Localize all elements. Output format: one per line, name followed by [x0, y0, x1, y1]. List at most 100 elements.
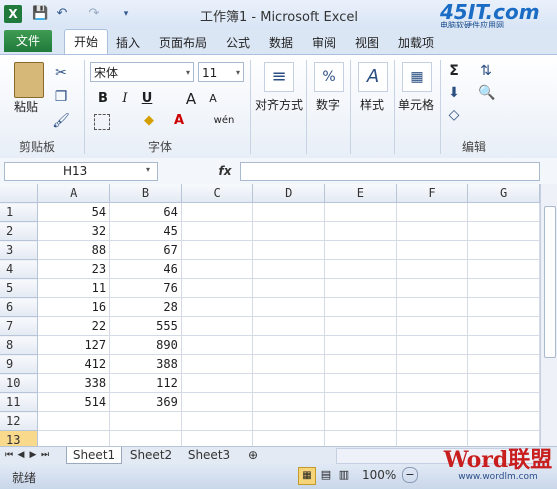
- font-name-select[interactable]: 宋体 ▾: [90, 62, 194, 82]
- cell-b[interactable]: [109, 430, 182, 446]
- next-sheet-icon[interactable]: ▶: [28, 448, 38, 462]
- cell-empty[interactable]: [467, 221, 540, 241]
- cell-empty[interactable]: [252, 221, 326, 241]
- cell-b[interactable]: 67: [109, 240, 182, 260]
- cell-empty[interactable]: [181, 411, 254, 431]
- row-header[interactable]: 9: [0, 354, 39, 374]
- paste-button[interactable]: 粘贴: [14, 98, 44, 115]
- row-header[interactable]: 6: [0, 297, 39, 317]
- row-header[interactable]: 11: [0, 392, 39, 412]
- row-header[interactable]: 13: [0, 430, 39, 446]
- row-header[interactable]: 8: [0, 335, 39, 355]
- cell-a[interactable]: 54: [37, 202, 111, 222]
- cell-empty[interactable]: [324, 240, 397, 260]
- cell-a[interactable]: 88: [37, 240, 111, 260]
- sheet-tab-3[interactable]: Sheet3: [182, 447, 236, 463]
- fill-color-icon[interactable]: ◆: [140, 112, 158, 130]
- cell-a[interactable]: 32: [37, 221, 111, 241]
- column-header-e[interactable]: E: [324, 184, 397, 203]
- cell-empty[interactable]: [396, 221, 469, 241]
- undo-icon[interactable]: ↶: [54, 6, 70, 22]
- vertical-scrollbar[interactable]: [540, 184, 557, 446]
- cell-empty[interactable]: [181, 221, 254, 241]
- cell-empty[interactable]: [396, 297, 469, 317]
- cell-empty[interactable]: [181, 392, 254, 412]
- name-box-dropdown-icon[interactable]: ▾: [146, 165, 150, 174]
- page-break-view-icon[interactable]: ▥: [336, 467, 352, 483]
- cell-b[interactable]: 890: [109, 335, 182, 355]
- cells-icon[interactable]: ▦: [402, 62, 432, 92]
- cell-empty[interactable]: [396, 335, 469, 355]
- cell-empty[interactable]: [324, 278, 397, 298]
- redo-icon[interactable]: ↷: [86, 6, 102, 22]
- cell-a[interactable]: [37, 430, 111, 446]
- column-header-g[interactable]: G: [467, 184, 540, 203]
- cell-a[interactable]: 514: [37, 392, 111, 412]
- cell-empty[interactable]: [252, 335, 326, 355]
- formula-input[interactable]: [240, 162, 540, 181]
- sheet-tab-2[interactable]: Sheet2: [124, 447, 178, 463]
- row-header[interactable]: 12: [0, 411, 39, 431]
- cut-icon[interactable]: ✂: [52, 64, 70, 82]
- tab-review[interactable]: 审阅: [312, 34, 336, 51]
- cell-a[interactable]: 338: [37, 373, 111, 393]
- column-header-b[interactable]: B: [109, 184, 182, 203]
- cell-empty[interactable]: [467, 297, 540, 317]
- find-select-icon[interactable]: 🔍: [478, 84, 495, 102]
- cell-empty[interactable]: [181, 240, 254, 260]
- underline-button[interactable]: U: [138, 90, 156, 108]
- cell-empty[interactable]: [324, 354, 397, 374]
- align-icon[interactable]: ≡: [264, 62, 294, 92]
- shrink-font-button[interactable]: A: [204, 90, 222, 108]
- cell-empty[interactable]: [467, 335, 540, 355]
- paste-icon[interactable]: [14, 62, 44, 98]
- cell-a[interactable]: 16: [37, 297, 111, 317]
- cell-a[interactable]: 127: [37, 335, 111, 355]
- cell-empty[interactable]: [181, 259, 254, 279]
- tab-home[interactable]: 开始: [64, 29, 108, 55]
- phonetic-guide-icon[interactable]: wén: [212, 112, 236, 130]
- cell-empty[interactable]: [324, 297, 397, 317]
- row-header[interactable]: 3: [0, 240, 39, 260]
- sheet-tab-1[interactable]: Sheet1: [66, 447, 122, 464]
- cell-b[interactable]: 76: [109, 278, 182, 298]
- cell-empty[interactable]: [324, 373, 397, 393]
- copy-icon[interactable]: ❐: [52, 88, 70, 106]
- cell-empty[interactable]: [324, 392, 397, 412]
- cell-empty[interactable]: [396, 392, 469, 412]
- cell-empty[interactable]: [252, 316, 326, 336]
- tab-formulas[interactable]: 公式: [226, 34, 250, 51]
- sort-filter-icon[interactable]: ⇅: [478, 62, 494, 80]
- cell-b[interactable]: 369: [109, 392, 182, 412]
- cell-empty[interactable]: [324, 316, 397, 336]
- row-header[interactable]: 4: [0, 259, 39, 279]
- customize-quick-access-icon[interactable]: ▾: [118, 6, 134, 22]
- bold-button[interactable]: B: [94, 90, 112, 108]
- name-box[interactable]: H13: [4, 162, 158, 181]
- italic-button[interactable]: I: [116, 90, 134, 108]
- cell-empty[interactable]: [396, 430, 469, 446]
- cell-empty[interactable]: [396, 202, 469, 222]
- page-layout-view-icon[interactable]: ▤: [318, 467, 334, 483]
- row-header[interactable]: 2: [0, 221, 39, 241]
- format-painter-icon[interactable]: 🖌: [52, 112, 70, 130]
- row-header[interactable]: 10: [0, 373, 39, 393]
- cell-empty[interactable]: [181, 373, 254, 393]
- worksheet-grid[interactable]: A B C D E F G 1 54 64 2 32 45 3 88 67 4 23 46 5 11 76 6…: [0, 184, 540, 446]
- cell-empty[interactable]: [324, 335, 397, 355]
- cell-empty[interactable]: [181, 354, 254, 374]
- cell-empty[interactable]: [252, 392, 326, 412]
- cell-empty[interactable]: [252, 430, 326, 446]
- cell-empty[interactable]: [467, 202, 540, 222]
- row-header[interactable]: 5: [0, 278, 39, 298]
- insert-sheet-icon[interactable]: ⊕: [244, 447, 262, 463]
- font-color-icon[interactable]: A: [170, 112, 188, 130]
- cell-empty[interactable]: [467, 259, 540, 279]
- cell-empty[interactable]: [181, 335, 254, 355]
- cell-empty[interactable]: [396, 411, 469, 431]
- cell-b[interactable]: 45: [109, 221, 182, 241]
- cell-empty[interactable]: [396, 316, 469, 336]
- cell-b[interactable]: 555: [109, 316, 182, 336]
- tab-file[interactable]: 文件: [4, 30, 52, 52]
- row-header[interactable]: 7: [0, 316, 39, 336]
